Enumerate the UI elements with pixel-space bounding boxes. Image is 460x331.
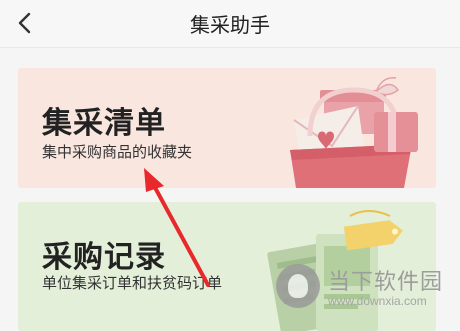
procurement-list-card[interactable]: 集采清单 集中采购商品的收藏夹 (18, 68, 436, 188)
purchase-records-subtitle: 单位集采订单和扶贫码订单 (42, 274, 223, 292)
page-title: 集采助手 (190, 13, 270, 37)
procurement-list-title: 集采清单 (42, 106, 166, 141)
purchase-records-title: 采购记录 (42, 240, 166, 275)
receipt-tag-icon (267, 210, 403, 331)
purchase-records-card[interactable]: 采购记录 单位集采订单和扶贫码订单 (18, 202, 436, 331)
top-nav-bar: 集采助手 (0, 0, 460, 48)
gift-bag-icon (290, 77, 418, 188)
procurement-list-subtitle: 集中采购商品的收藏夹 (42, 143, 193, 161)
